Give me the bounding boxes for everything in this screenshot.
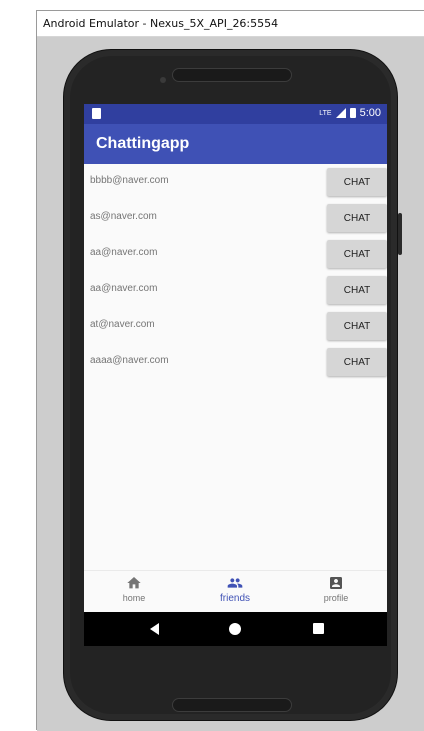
people-icon <box>227 578 243 588</box>
friend-email: aa@naver.com <box>90 283 158 294</box>
chat-button[interactable]: CHAT <box>327 204 387 232</box>
status-bar: LTE 5:00 <box>84 104 387 124</box>
window-title: Android Emulator - Nexus_5X_API_26:5554 <box>43 17 279 30</box>
friend-email: at@naver.com <box>90 319 155 330</box>
window-title-bar[interactable]: Android Emulator - Nexus_5X_API_26:5554 <box>37 11 424 37</box>
nav-item-profile[interactable]: profile <box>296 575 376 603</box>
list-item: aa@naver.com CHAT <box>84 272 387 308</box>
list-item: bbbb@naver.com CHAT <box>84 164 387 200</box>
nav-label-friends: friends <box>219 593 250 604</box>
emulator-window: Android Emulator - Nexus_5X_API_26:5554 … <box>36 10 424 731</box>
back-icon[interactable] <box>150 623 159 635</box>
status-icons: LTE 5:00 <box>319 107 381 119</box>
volume-button <box>398 213 402 255</box>
app-title: Chattingapp <box>96 135 190 152</box>
list-item: as@naver.com CHAT <box>84 200 387 236</box>
chat-button[interactable]: CHAT <box>327 240 387 268</box>
front-camera-icon <box>160 77 166 83</box>
status-time: 5:00 <box>359 107 381 119</box>
network-type: LTE <box>319 109 332 117</box>
list-item: aaaa@naver.com CHAT <box>84 344 387 380</box>
nav-label-home: home <box>122 593 146 603</box>
home-icon <box>127 577 141 589</box>
top-speaker <box>172 68 292 82</box>
nav-item-home[interactable]: home <box>94 575 174 603</box>
battery-icon <box>349 108 356 118</box>
phone-frame: LTE 5:00 Chattingapp bbbb@naver.com CHAT <box>63 49 398 721</box>
nav-label-profile: profile <box>323 593 349 603</box>
bottom-navigation: home friends profile <box>84 570 387 612</box>
friends-list: bbbb@naver.com CHAT as@naver.com CHAT aa… <box>84 164 387 380</box>
friend-email: bbbb@naver.com <box>90 175 169 186</box>
account-box-icon <box>330 577 342 589</box>
emulator-area: LTE 5:00 Chattingapp bbbb@naver.com CHAT <box>37 37 424 731</box>
friend-email: aaaa@naver.com <box>90 355 169 366</box>
recents-icon[interactable] <box>313 623 324 634</box>
chat-button[interactable]: CHAT <box>327 276 387 304</box>
friend-email: as@naver.com <box>90 211 157 222</box>
app-toolbar: Chattingapp <box>84 124 387 164</box>
signal-icon <box>335 108 346 118</box>
system-navigation-bar <box>84 612 387 646</box>
home-circle-icon[interactable] <box>229 623 241 635</box>
chat-button[interactable]: CHAT <box>327 348 387 376</box>
list-item: at@naver.com CHAT <box>84 308 387 344</box>
friend-email: aa@naver.com <box>90 247 158 258</box>
list-item: aa@naver.com CHAT <box>84 236 387 272</box>
nav-item-friends[interactable]: friends <box>195 575 275 604</box>
chat-button[interactable]: CHAT <box>327 312 387 340</box>
chat-button[interactable]: CHAT <box>327 168 387 196</box>
bottom-speaker <box>172 698 292 712</box>
device-screen: LTE 5:00 Chattingapp bbbb@naver.com CHAT <box>84 104 387 612</box>
sd-card-icon <box>92 108 101 119</box>
